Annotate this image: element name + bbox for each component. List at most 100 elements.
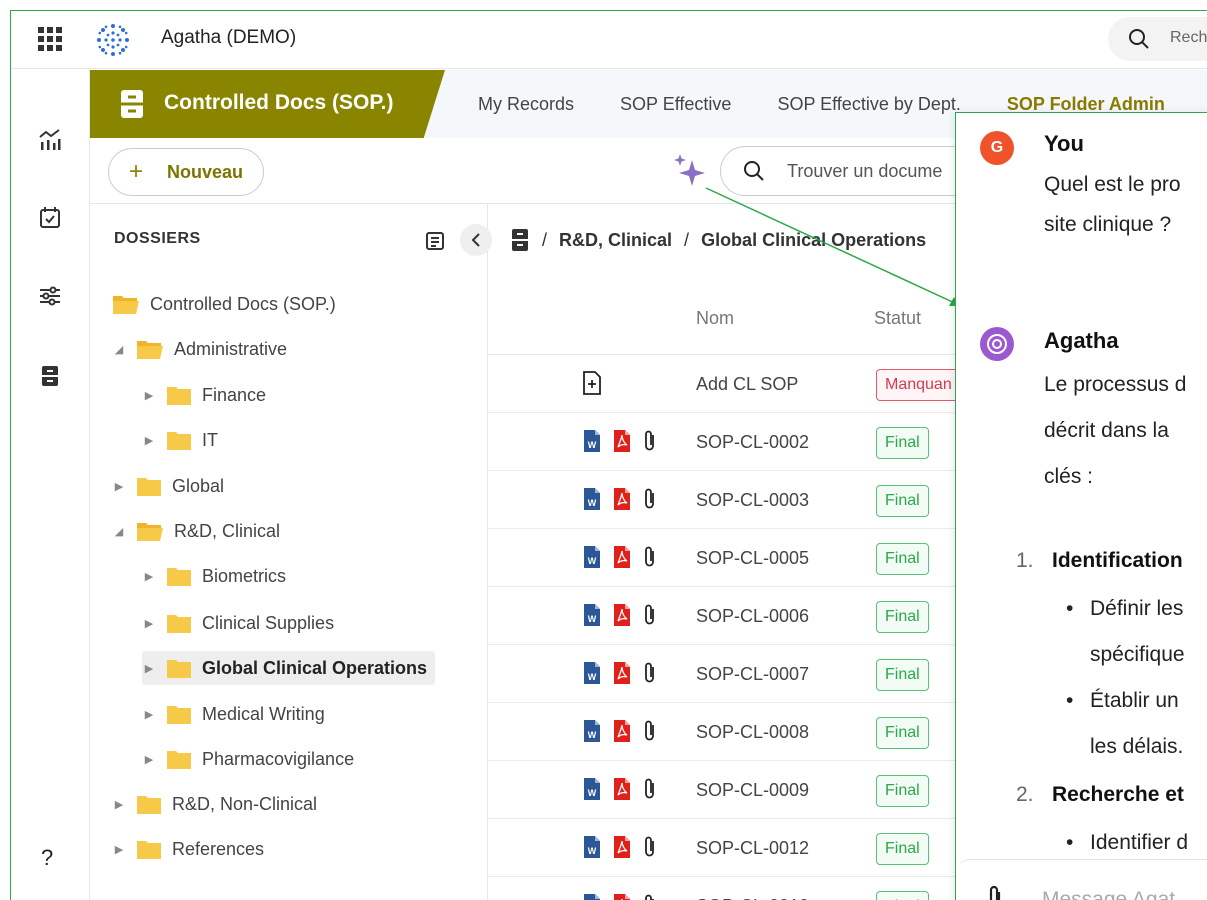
paperclip-icon[interactable] xyxy=(642,545,658,569)
breadcrumb-global-clinical-operations[interactable]: Global Clinical Operations xyxy=(701,230,926,251)
word-file-icon[interactable]: W xyxy=(582,603,602,627)
folder-item-pharmacovigilance[interactable]: ▶ Pharmacovigilance xyxy=(142,744,354,774)
paperclip-icon[interactable] xyxy=(642,661,658,685)
pdf-file-icon[interactable] xyxy=(612,661,632,685)
document-search-placeholder: Trouver un docume xyxy=(787,161,943,181)
document-name[interactable]: SOP-CL-0006 xyxy=(696,606,809,627)
document-name[interactable]: SOP-CL-0003 xyxy=(696,490,809,511)
collapsed-arrow-icon[interactable]: ▶ xyxy=(112,480,126,493)
cabinet-icon[interactable] xyxy=(510,228,530,252)
paperclip-icon[interactable] xyxy=(984,884,1006,900)
collapsed-arrow-icon[interactable]: ▶ xyxy=(142,434,156,447)
folder-item-controlled-docs[interactable]: Controlled Docs (SOP.) xyxy=(112,289,336,319)
new-button[interactable]: + Nouveau xyxy=(108,148,264,196)
breadcrumb-rd-clinical[interactable]: R&D, Clinical xyxy=(559,230,672,251)
folder-item-rd-non-clinical[interactable]: ▶ R&D, Non-Clinical xyxy=(112,789,317,819)
folder-item-clinical-supplies[interactable]: ▶ Clinical Supplies xyxy=(142,608,334,638)
folder-icon xyxy=(137,478,161,496)
document-name[interactable]: Add CL SOP xyxy=(696,374,798,395)
folder-item-finance[interactable]: ▶ Finance xyxy=(142,380,266,410)
folder-item-global-clinical-operations[interactable]: ▶ Global Clinical Operations xyxy=(142,651,436,685)
tab-my-records[interactable]: My Records xyxy=(478,94,574,115)
collapsed-arrow-icon[interactable]: ▶ xyxy=(142,617,156,630)
word-file-icon[interactable]: W xyxy=(582,429,602,453)
global-search-placeholder: Reche xyxy=(1170,29,1207,46)
expanded-arrow-icon[interactable]: ◢ xyxy=(112,525,126,538)
column-header-status[interactable]: Statut xyxy=(874,308,921,329)
folder-item-administrative[interactable]: ◢ Administrative xyxy=(112,334,287,364)
word-file-icon[interactable]: W xyxy=(582,893,602,900)
user-message-line: Quel est le pro xyxy=(1044,173,1181,196)
document-name[interactable]: SOP-CL-0012 xyxy=(696,838,809,859)
document-name[interactable]: SOP-CL-0013 xyxy=(696,896,809,900)
collapsed-arrow-icon[interactable]: ▶ xyxy=(142,662,156,675)
paperclip-icon[interactable] xyxy=(642,893,658,900)
column-header-name[interactable]: Nom xyxy=(696,308,734,329)
help-button[interactable]: ? xyxy=(41,845,53,871)
paperclip-icon[interactable] xyxy=(642,835,658,859)
apps-grid-icon[interactable] xyxy=(38,27,62,51)
bullet-dot: • xyxy=(1066,597,1074,620)
folder-item-medical-writing[interactable]: ▶ Medical Writing xyxy=(142,699,325,729)
bullet-continuation: spécifique xyxy=(1090,643,1185,666)
file-icons: W xyxy=(582,777,658,801)
word-file-icon[interactable]: W xyxy=(582,777,602,801)
cabinet-icon[interactable] xyxy=(37,363,63,389)
status-badge: Final xyxy=(876,717,929,749)
chat-composer-input[interactable]: Message Agat xyxy=(956,859,1207,900)
pdf-file-icon[interactable] xyxy=(612,603,632,627)
sparkle-icon[interactable] xyxy=(670,152,708,190)
pdf-file-icon[interactable] xyxy=(612,835,632,859)
analytics-icon[interactable] xyxy=(37,127,63,153)
word-file-icon[interactable]: W xyxy=(582,835,602,859)
folder-label: Finance xyxy=(202,384,267,405)
file-icons: W xyxy=(582,719,658,743)
word-file-icon[interactable]: W xyxy=(582,545,602,569)
paperclip-icon[interactable] xyxy=(642,719,658,743)
collapsed-arrow-icon[interactable]: ▶ xyxy=(142,753,156,766)
pdf-file-icon[interactable] xyxy=(612,777,632,801)
tab-sop-effective-by-dept[interactable]: SOP Effective by Dept. xyxy=(777,94,960,115)
folder-item-references[interactable]: ▶ References xyxy=(112,834,264,864)
folder-icon xyxy=(137,841,161,859)
collapsed-arrow-icon[interactable]: ▶ xyxy=(142,570,156,583)
bullet-item: • Établir un xyxy=(1066,689,1179,713)
collapsed-arrow-icon[interactable]: ▶ xyxy=(142,389,156,402)
pdf-file-icon[interactable] xyxy=(612,719,632,743)
pdf-file-icon[interactable] xyxy=(612,545,632,569)
word-file-icon[interactable]: W xyxy=(582,487,602,511)
document-name[interactable]: SOP-CL-0005 xyxy=(696,548,809,569)
expanded-arrow-icon[interactable]: ◢ xyxy=(112,343,126,356)
paperclip-icon[interactable] xyxy=(642,429,658,453)
word-file-icon[interactable]: W xyxy=(582,719,602,743)
folder-label: R&D, Clinical xyxy=(174,520,281,541)
document-name[interactable]: SOP-CL-0002 xyxy=(696,432,809,453)
folder-item-biometrics[interactable]: ▶ Biometrics xyxy=(142,561,286,591)
tab-sop-effective[interactable]: SOP Effective xyxy=(620,94,731,115)
add-file-icon[interactable] xyxy=(582,371,602,395)
calendar-check-icon[interactable] xyxy=(37,205,63,231)
paperclip-icon[interactable] xyxy=(642,487,658,511)
word-file-icon[interactable]: W xyxy=(582,661,602,685)
folder-label: Global Clinical Operations xyxy=(202,657,428,678)
document-name[interactable]: SOP-CL-0008 xyxy=(696,722,809,743)
folder-item-rd-clinical[interactable]: ◢ R&D, Clinical xyxy=(112,516,280,546)
collapsed-arrow-icon[interactable]: ▶ xyxy=(112,798,126,811)
chat-composer-placeholder: Message Agat xyxy=(1042,888,1176,900)
collapse-all-icon[interactable] xyxy=(424,230,446,252)
module-banner[interactable]: Controlled Docs (SOP.) xyxy=(90,70,445,138)
collapsed-arrow-icon[interactable]: ▶ xyxy=(112,843,126,856)
sliders-icon[interactable] xyxy=(37,283,63,309)
pdf-file-icon[interactable] xyxy=(612,893,632,900)
pdf-file-icon[interactable] xyxy=(612,429,632,453)
list-number: 1. xyxy=(1016,549,1034,572)
folder-item-it[interactable]: ▶ IT xyxy=(142,425,218,455)
document-name[interactable]: SOP-CL-0009 xyxy=(696,780,809,801)
paperclip-icon[interactable] xyxy=(642,603,658,627)
collapsed-arrow-icon[interactable]: ▶ xyxy=(142,708,156,721)
document-name[interactable]: SOP-CL-0007 xyxy=(696,664,809,685)
pdf-file-icon[interactable] xyxy=(612,487,632,511)
paperclip-icon[interactable] xyxy=(642,777,658,801)
folder-item-global[interactable]: ▶ Global xyxy=(112,471,224,501)
global-search-input[interactable]: Reche xyxy=(1108,17,1207,61)
